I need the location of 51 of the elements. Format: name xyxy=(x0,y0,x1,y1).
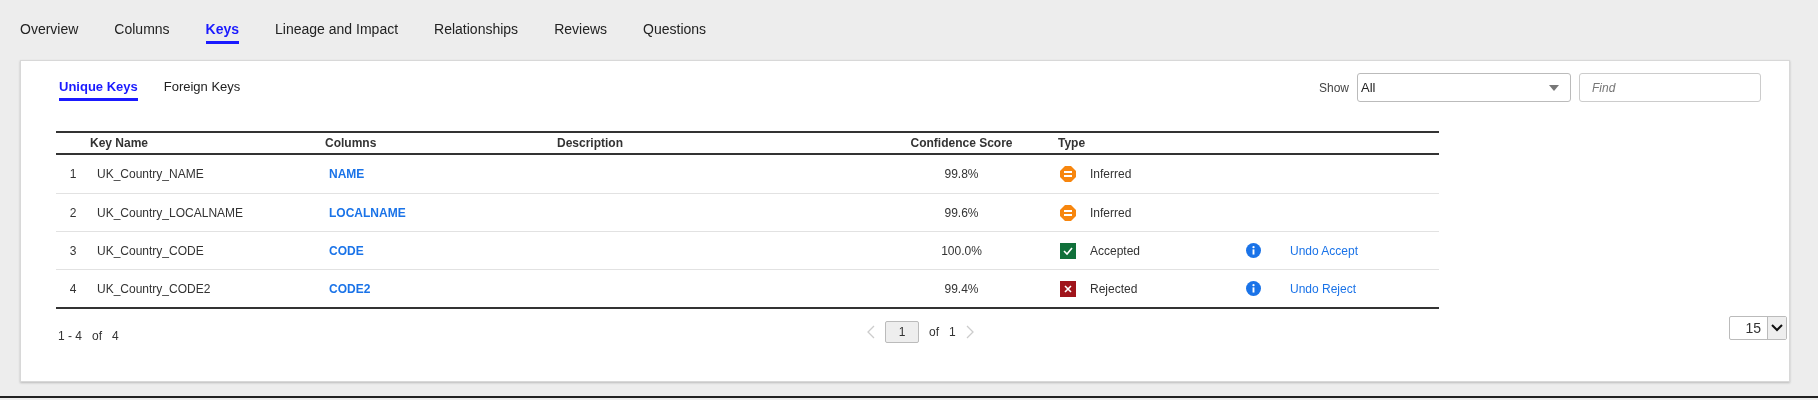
caret-icon xyxy=(1771,324,1783,332)
results-count: 1 - 4 of 4 xyxy=(58,328,119,345)
equals-octagon-icon xyxy=(1060,166,1076,182)
table-cell-text: UK_Country_LOCALNAME xyxy=(96,204,245,222)
row-number: 2 xyxy=(68,204,78,222)
filter-dropdown[interactable]: All xyxy=(1357,73,1571,102)
page-size-dropdown[interactable]: 15 xyxy=(1729,316,1787,340)
tab[interactable]: Overview xyxy=(20,19,79,44)
row-number: 1 xyxy=(68,166,78,183)
table-cell-text: UK_Country_CODE2 xyxy=(96,280,212,298)
type-label: Inferred xyxy=(1090,166,1132,183)
tab[interactable]: Questions xyxy=(643,19,707,44)
filter-label: Show xyxy=(1318,79,1349,97)
column-header: Confidence Score xyxy=(909,135,1014,152)
column-link[interactable]: LOCALNAME xyxy=(329,205,406,220)
table-cell-text: 100.0% xyxy=(941,242,982,260)
table-cell-text: UK_Country_CODE xyxy=(96,242,205,260)
subtab[interactable]: Foreign Keys xyxy=(163,77,241,101)
column-link[interactable]: CODE xyxy=(329,243,364,258)
row-number: 4 xyxy=(68,280,78,298)
info-icon[interactable] xyxy=(1246,243,1261,258)
table-cell-text: UK_Country_NAME xyxy=(96,166,205,183)
column-header: Type xyxy=(1057,135,1087,152)
type-label: Rejected xyxy=(1090,280,1138,298)
subtab[interactable]: Unique Keys xyxy=(59,77,138,101)
page-field[interactable]: 1 xyxy=(885,321,919,343)
dropdown-arrow-icon xyxy=(1549,84,1559,91)
table-cell-text: 99.6% xyxy=(944,204,979,222)
type-label: Accepted xyxy=(1090,242,1141,260)
x-square-icon xyxy=(1060,280,1076,297)
undo-link[interactable]: Undo Accept xyxy=(1290,243,1359,258)
tab[interactable]: Columns xyxy=(114,19,170,44)
search-field[interactable]: Find xyxy=(1579,73,1761,102)
column-link[interactable]: NAME xyxy=(329,167,365,181)
tab[interactable]: Lineage and Impact xyxy=(275,19,399,44)
table-cell-text: 99.8% xyxy=(944,166,979,183)
column-header: Description xyxy=(557,135,624,152)
tab[interactable]: Relationships xyxy=(434,19,519,44)
tab[interactable]: Reviews xyxy=(554,19,608,44)
tab[interactable]: Keys xyxy=(205,19,240,44)
column-link[interactable]: CODE2 xyxy=(329,281,371,296)
column-header: Key Name xyxy=(90,135,150,152)
type-label: Inferred xyxy=(1090,204,1132,222)
table-cell-text: 99.4% xyxy=(944,280,979,298)
page-count: of 1 xyxy=(929,324,956,341)
column-header: Columns xyxy=(325,135,378,152)
row-number: 3 xyxy=(68,242,78,260)
check-square-icon xyxy=(1060,242,1076,259)
equals-octagon-icon xyxy=(1060,204,1076,221)
undo-link[interactable]: Undo Reject xyxy=(1290,281,1357,296)
info-icon[interactable] xyxy=(1246,281,1261,296)
